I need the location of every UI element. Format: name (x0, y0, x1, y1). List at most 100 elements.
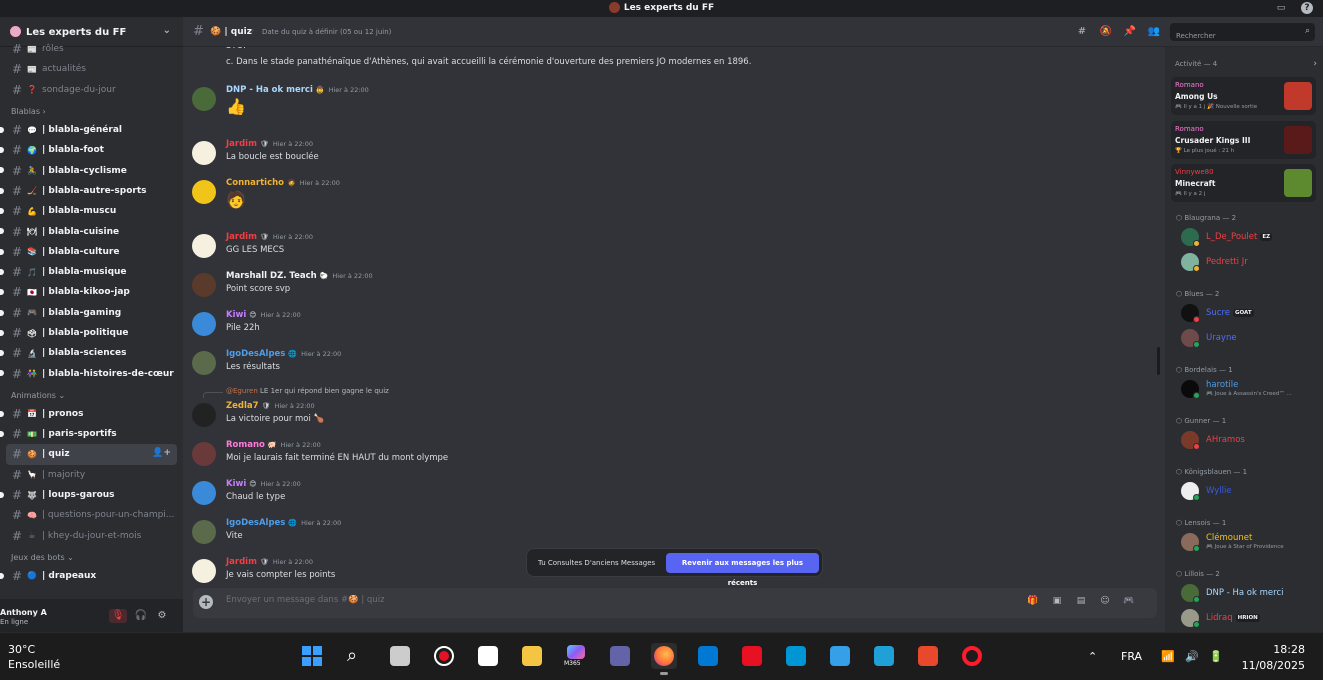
jump-to-present-button[interactable]: Revenir aux messages les plus récents (666, 553, 819, 587)
taskbar-notepad-icon[interactable] (475, 643, 501, 669)
channel-item[interactable]: # 🍽 | blabla-cuisine (0, 221, 183, 241)
message-continuation[interactable]: c. Dans le stade panathénaïque d'Athènes… (183, 57, 1153, 73)
taskbar-file-explorer-icon[interactable] (519, 643, 545, 669)
gift-icon[interactable]: 🎁 (1026, 596, 1040, 610)
help-icon[interactable]: ? (1301, 2, 1313, 14)
channel-item[interactable]: # 💬 | blabla-général (0, 120, 183, 140)
channel-item[interactable]: # 👫 | blabla-histoires-de-cœur (0, 363, 183, 383)
member-item[interactable]: Clémounet 🎮 Joue à Star of Providence (1181, 533, 1321, 553)
message-author[interactable]: IgoDesAlpes (226, 349, 285, 359)
reply-preview[interactable]: @Eguren LE 1er qui répond bien gagne le … (226, 387, 389, 395)
taskbar-ccleaner-icon[interactable] (915, 643, 941, 669)
message-continuation[interactable]: STOP (183, 47, 1153, 57)
member-item[interactable]: Urayne (1181, 329, 1321, 349)
message-author[interactable]: Romano (226, 440, 265, 450)
tray-chevron-up-icon[interactable]: ⌃ (1088, 650, 1097, 663)
channel-item[interactable]: # 🏒 | blabla-autre-sports (0, 181, 183, 201)
message-author[interactable]: Kiwi (226, 310, 246, 320)
message-author[interactable]: Jardim (226, 232, 257, 242)
taskbar-store-icon[interactable] (827, 643, 853, 669)
message-author[interactable]: Jardim (226, 557, 257, 567)
user-avatar[interactable] (192, 234, 216, 258)
chevron-down-icon[interactable]: ⌄ (163, 25, 171, 36)
message[interactable]: Connarticho 🧔 Hier à 22:00 🧑 (183, 178, 1153, 214)
taskbar-m365-icon[interactable]: M365 (563, 643, 589, 669)
member-item[interactable]: Sucre GOAT (1181, 304, 1321, 324)
pin-icon[interactable]: 📌 (1123, 26, 1137, 40)
user-avatar[interactable] (192, 442, 216, 466)
category-blablas[interactable]: Blablas › (0, 100, 183, 120)
channel-item[interactable]: # ❓ sondage-du-jour (0, 80, 183, 100)
channel-item[interactable]: # 🚴 | blabla-cyclisme (0, 160, 183, 180)
channel-item[interactable]: # 💪 | blabla-muscu (0, 201, 183, 221)
inbox-icon[interactable]: ▭ (1275, 2, 1287, 14)
taskbar-search-icon[interactable]: ⌕ (343, 643, 369, 669)
notification-bell-icon[interactable]: 🔕 (1099, 26, 1113, 40)
activity-card[interactable]: Romano Crusader Kings III 🏆 Le plus joué… (1171, 121, 1316, 159)
channel-item[interactable]: # 📅 | pronos (0, 404, 183, 424)
message[interactable]: DNP - Ha ok merci 🤠 Hier à 22:00 👍 (183, 85, 1153, 121)
taskbar-task-view-icon[interactable] (387, 643, 413, 669)
message[interactable]: Kiwi 😊 Hier à 22:00 Pile 22h (183, 310, 1153, 346)
taskbar-teams-icon[interactable] (607, 643, 633, 669)
search-input[interactable] (1170, 28, 1290, 44)
taskbar-record-icon[interactable] (431, 643, 457, 669)
taskbar-hp-icon[interactable] (783, 643, 809, 669)
mic-muted-icon[interactable]: 🎙 (109, 609, 127, 623)
settings-gear-icon[interactable]: ⚙ (153, 609, 171, 623)
member-item[interactable]: DNP - Ha ok merci (1181, 584, 1321, 604)
scrollbar-thumb[interactable] (1157, 347, 1160, 375)
message-author[interactable]: DNP - Ha ok merci (226, 85, 313, 95)
user-avatar[interactable] (192, 481, 216, 505)
wifi-icon[interactable]: 📶 (1161, 650, 1175, 663)
category-animations[interactable]: Animations ⌄ (0, 384, 183, 404)
clock[interactable]: 18:28 11/08/2025 (1242, 642, 1305, 674)
user-avatar[interactable] (192, 403, 216, 427)
taskbar-opera-icon[interactable] (959, 643, 985, 669)
channel-item[interactable]: # 📰 rôles (0, 39, 183, 59)
sticker-icon[interactable]: ▤ (1074, 596, 1088, 610)
language-indicator[interactable]: FRA (1121, 650, 1142, 663)
add-attachment-icon[interactable]: + (199, 595, 213, 609)
taskbar-firefox-icon[interactable] (651, 643, 677, 675)
member-item[interactable]: harotile 🎮 Joue à Assassin's Creed™ ... (1181, 380, 1321, 400)
message-author[interactable]: Jardim (226, 139, 257, 149)
channel-item[interactable]: # 🔵 | drapeaux (0, 566, 183, 586)
channel-item[interactable]: # 📰 actualités (0, 59, 183, 79)
channel-item[interactable]: # 🎮 | blabla-gaming (0, 303, 183, 323)
message[interactable]: Romano 🐖 Hier à 22:00 Moi je laurais fait … (183, 440, 1153, 476)
activity-card[interactable]: Romano Among Us 🎮 Il y a 1 j 🎉 Nouvelle … (1171, 77, 1316, 115)
invite-icon[interactable]: 👤+ (152, 448, 171, 458)
user-avatar[interactable] (192, 520, 216, 544)
channel-item[interactable]: # 📚 | blabla-culture (0, 242, 183, 262)
message-author[interactable]: Zedla7 (226, 401, 259, 411)
channel-item[interactable]: # 🐺 | loups-garous (0, 485, 183, 505)
user-avatar[interactable] (192, 180, 216, 204)
gif-icon[interactable]: ▣ (1050, 596, 1064, 610)
threads-icon[interactable]: # (1075, 26, 1089, 40)
channel-item[interactable]: # ☕ | khey-du-jour-et-mois (0, 526, 183, 546)
taskbar-start-icon[interactable] (299, 643, 325, 669)
message[interactable]: Jardim 🛡 Hier à 22:00 GG LES MECS (183, 232, 1153, 268)
taskbar-edge-icon[interactable] (871, 643, 897, 669)
message[interactable]: Kiwi 😊 Hier à 22:00 Chaud le type (183, 479, 1153, 515)
sticker-image[interactable]: 🧑 (226, 190, 246, 209)
member-list-icon[interactable]: 👥 (1147, 26, 1161, 40)
taskbar-tlc-icon[interactable] (739, 643, 765, 669)
message-author[interactable]: IgoDesAlpes (226, 518, 285, 528)
channel-topic[interactable]: Date du quiz à définir (05 ou 12 juin) (262, 28, 391, 36)
channel-item[interactable]: # 🔬 | blabla-sciences (0, 343, 183, 363)
channel-item[interactable]: # 🌍 | blabla-foot (0, 140, 183, 160)
channel-item[interactable]: # 🧠 | questions-pour-un-champi... (0, 505, 183, 525)
search-box[interactable]: ⌕ (1170, 23, 1315, 44)
message[interactable]: Jardim 🛡 Hier à 22:00 La boucle est bouclé… (183, 139, 1153, 175)
channel-item[interactable]: # 🇯🇵 | blabla-kikoo-jap (0, 282, 183, 302)
channel-item[interactable]: # 💵 | paris-sportifs (0, 424, 183, 444)
message[interactable]: Marshall DZ. Teach 🐑 Hier à 22:00 Point sc… (183, 271, 1153, 307)
member-item[interactable]: Wyllie (1181, 482, 1321, 502)
message-input[interactable] (226, 595, 726, 605)
taskbar-outlook-icon[interactable] (695, 643, 721, 669)
channel-item[interactable]: # 🎵 | blabla-musique (0, 262, 183, 282)
member-item[interactable]: Lidraq HRION (1181, 609, 1321, 629)
category-bots[interactable]: Jeux des bots ⌄ (0, 546, 183, 566)
